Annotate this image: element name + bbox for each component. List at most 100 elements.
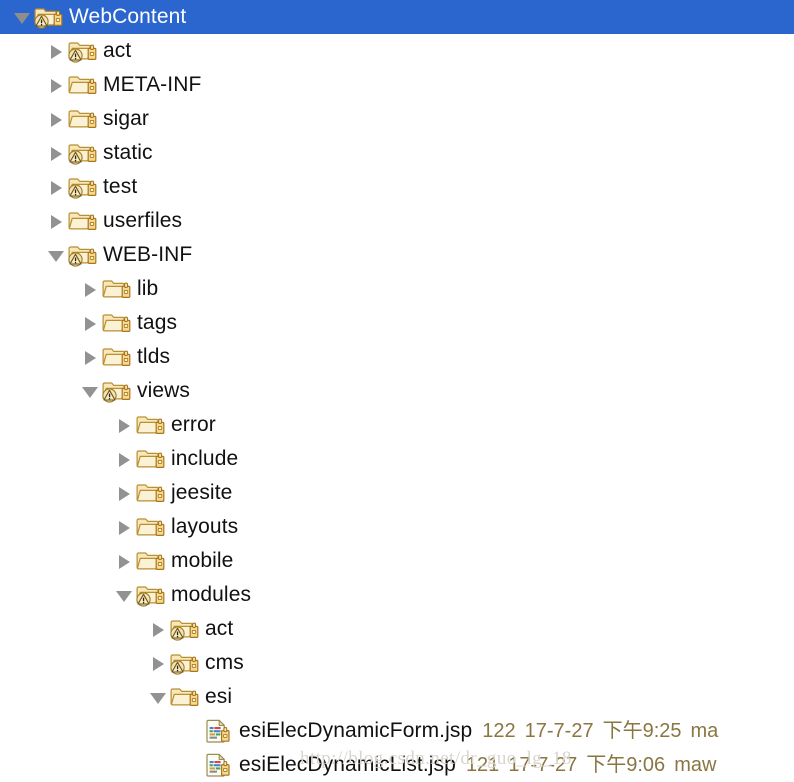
tree-folder-row[interactable]: views bbox=[0, 374, 794, 408]
disclosure-triangle-down-icon[interactable] bbox=[148, 680, 170, 714]
folder-warning-icon bbox=[68, 242, 98, 268]
file-modified-date: 17-7-27 bbox=[524, 720, 594, 742]
folder-name-label: META-INF bbox=[103, 73, 202, 96]
disclosure-triangle-down-icon[interactable] bbox=[80, 374, 102, 408]
tree-folder-row[interactable]: esi bbox=[0, 680, 794, 714]
tree-folder-row[interactable]: static bbox=[0, 136, 794, 170]
jsp-file-icon bbox=[204, 718, 234, 744]
tree-folder-row[interactable]: sigar bbox=[0, 102, 794, 136]
folder-name-label: lib bbox=[137, 277, 159, 300]
folder-name-label: include bbox=[171, 447, 239, 470]
folder-warning-icon bbox=[170, 616, 200, 642]
folder-icon bbox=[68, 208, 98, 234]
disclosure-triangle-right-icon[interactable] bbox=[114, 544, 136, 578]
disclosure-triangle-down-icon[interactable] bbox=[46, 238, 68, 272]
tree-folder-row[interactable]: test bbox=[0, 170, 794, 204]
folder-name-label: act bbox=[205, 617, 234, 640]
folder-name-label: tlds bbox=[137, 345, 171, 368]
tree-folder-row[interactable]: mobile bbox=[0, 544, 794, 578]
folder-name-label: sigar bbox=[103, 107, 150, 130]
tree-folder-row[interactable]: include bbox=[0, 442, 794, 476]
folder-name-label: jeesite bbox=[171, 481, 233, 504]
disclosure-triangle-right-icon[interactable] bbox=[46, 170, 68, 204]
folder-name-label: userfiles bbox=[103, 209, 183, 232]
disclosure-triangle-right-icon[interactable] bbox=[114, 476, 136, 510]
tree-folder-row[interactable]: modules bbox=[0, 578, 794, 612]
disclosure-triangle-down-icon[interactable] bbox=[114, 578, 136, 612]
disclosure-triangle-down-icon[interactable] bbox=[12, 0, 34, 34]
tree-folder-row[interactable]: cms bbox=[0, 646, 794, 680]
disclosure-triangle-right-icon[interactable] bbox=[46, 204, 68, 238]
disclosure-triangle-right-icon[interactable] bbox=[148, 612, 170, 646]
file-revision-number: 122 bbox=[482, 720, 516, 742]
folder-warning-icon bbox=[68, 38, 98, 64]
disclosure-triangle-right-icon[interactable] bbox=[80, 340, 102, 374]
file-author: maw bbox=[674, 754, 717, 776]
folder-icon bbox=[136, 412, 166, 438]
folder-icon bbox=[170, 684, 200, 710]
file-modified-date: 17-7-27 bbox=[508, 754, 578, 776]
folder-name-label: cms bbox=[205, 651, 244, 674]
tree-folder-row[interactable]: tlds bbox=[0, 340, 794, 374]
disclosure-triangle-right-icon[interactable] bbox=[80, 272, 102, 306]
disclosure-triangle-right-icon[interactable] bbox=[148, 646, 170, 680]
folder-icon bbox=[68, 106, 98, 132]
tree-folder-row[interactable]: act bbox=[0, 34, 794, 68]
folder-name-label: error bbox=[171, 413, 216, 436]
tree-folder-row[interactable]: act bbox=[0, 612, 794, 646]
folder-icon bbox=[102, 276, 132, 302]
folder-warning-icon bbox=[170, 650, 200, 676]
folder-warning-icon bbox=[102, 378, 132, 404]
folder-name-label: act bbox=[103, 39, 132, 62]
tree-file-row[interactable]: esiElecDynamicForm.jsp 122 17-7-27 下午9:25 ma bbox=[0, 714, 794, 748]
disclosure-triangle-right-icon[interactable] bbox=[46, 102, 68, 136]
file-author: ma bbox=[690, 720, 719, 742]
folder-name-label: tags bbox=[137, 311, 178, 334]
folder-name-label: layouts bbox=[171, 515, 239, 538]
disclosure-triangle-right-icon[interactable] bbox=[46, 34, 68, 68]
file-revision-number: 121 bbox=[465, 754, 500, 776]
folder-name-label: test bbox=[103, 175, 138, 198]
disclosure-triangle-right-icon[interactable] bbox=[114, 408, 136, 442]
tree-folder-row[interactable]: META-INF bbox=[0, 68, 794, 102]
disclosure-triangle-right-icon[interactable] bbox=[80, 306, 102, 340]
folder-icon bbox=[136, 446, 166, 472]
file-revision-meta: 122 17-7-27 下午9:25 ma bbox=[482, 718, 718, 744]
folder-warning-icon bbox=[136, 582, 166, 608]
disclosure-triangle-right-icon[interactable] bbox=[46, 68, 68, 102]
folder-warning-icon bbox=[68, 140, 98, 166]
folder-name-label: WebContent bbox=[69, 5, 187, 28]
file-modified-time: 下午9:06 bbox=[586, 754, 666, 776]
tree-folder-row[interactable]: error bbox=[0, 408, 794, 442]
tree-folder-row[interactable]: lib bbox=[0, 272, 794, 306]
tree-folder-row[interactable]: WEB-INF bbox=[0, 238, 794, 272]
folder-name-label: esi bbox=[205, 685, 233, 708]
folder-warning-icon bbox=[68, 174, 98, 200]
file-revision-meta: 121 17-7-27 下午9:06 maw bbox=[466, 752, 716, 778]
folder-name-label: modules bbox=[171, 583, 252, 606]
folder-name-label: WEB-INF bbox=[103, 243, 193, 266]
tree-folder-row[interactable]: userfiles bbox=[0, 204, 794, 238]
folder-icon bbox=[102, 344, 132, 370]
tree-file-row[interactable]: esiElecDynamicList.jsp 121 17-7-27 下午9:06 ma… bbox=[0, 748, 794, 782]
tree-folder-row[interactable]: tags bbox=[0, 306, 794, 340]
folder-warning-icon bbox=[34, 4, 64, 30]
folder-icon bbox=[68, 72, 98, 98]
disclosure-triangle-right-icon[interactable] bbox=[114, 510, 136, 544]
file-name-label: esiElecDynamicForm.jsp bbox=[239, 719, 473, 742]
tree-folder-row[interactable]: layouts bbox=[0, 510, 794, 544]
tree-folder-row[interactable]: WebContent bbox=[0, 0, 794, 34]
folder-icon bbox=[136, 480, 166, 506]
folder-name-label: static bbox=[103, 141, 153, 164]
folder-icon bbox=[102, 310, 132, 336]
disclosure-triangle-right-icon[interactable] bbox=[114, 442, 136, 476]
file-tree[interactable]: WebContent act META-INF sigar static tes… bbox=[0, 0, 794, 782]
folder-name-label: mobile bbox=[171, 549, 234, 572]
file-modified-time: 下午9:25 bbox=[602, 720, 682, 742]
tree-folder-row[interactable]: jeesite bbox=[0, 476, 794, 510]
disclosure-triangle-right-icon[interactable] bbox=[46, 136, 68, 170]
folder-icon bbox=[136, 548, 166, 574]
file-name-label: esiElecDynamicList.jsp bbox=[239, 753, 456, 776]
